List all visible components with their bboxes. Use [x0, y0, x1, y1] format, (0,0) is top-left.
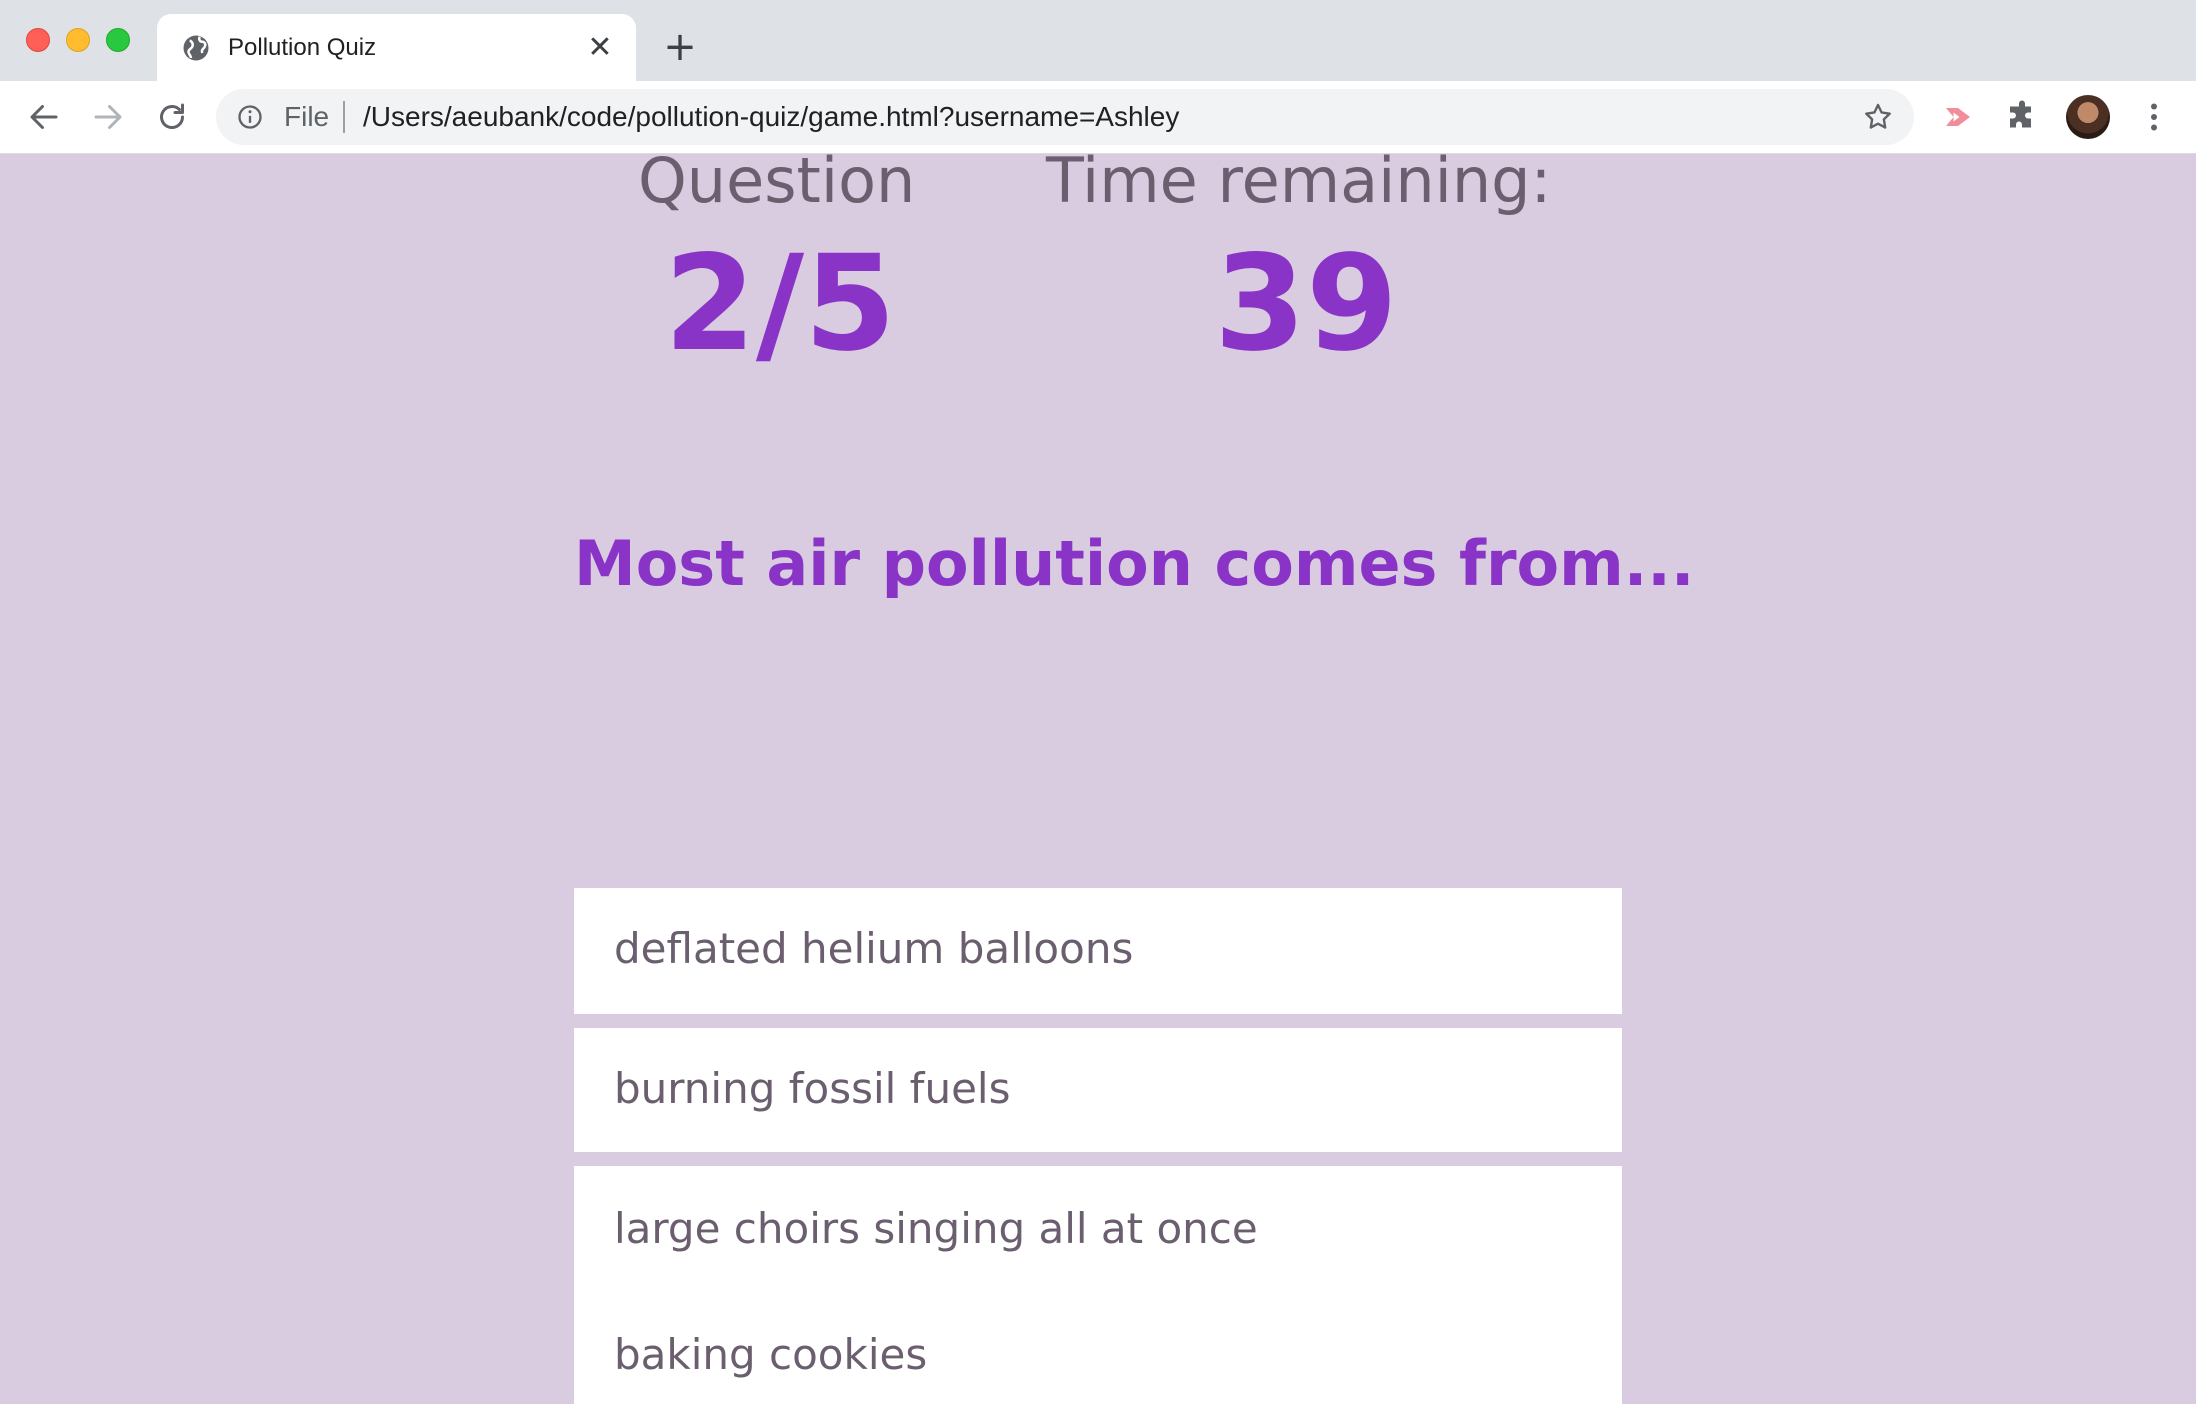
- tab-title: Pollution Quiz: [228, 34, 377, 61]
- choice-label: large choirs singing all at once: [614, 1204, 1258, 1253]
- cast-extension-icon[interactable]: [1940, 99, 1976, 135]
- scheme-label: File: [284, 101, 330, 132]
- reload-icon[interactable]: [154, 99, 190, 135]
- star-icon[interactable]: [1862, 101, 1894, 133]
- plus-icon[interactable]: +: [662, 27, 698, 67]
- close-icon[interactable]: ✕: [585, 33, 615, 63]
- window-close-button[interactable]: [26, 28, 50, 52]
- choice-button[interactable]: baking cookies: [574, 1292, 1622, 1404]
- kebab-menu-icon[interactable]: [2136, 99, 2172, 135]
- avatar[interactable]: [2066, 95, 2110, 139]
- question-progress: 2/5: [664, 227, 896, 381]
- window-zoom-button[interactable]: [106, 28, 130, 52]
- browser-tab[interactable]: Pollution Quiz ✕: [157, 14, 636, 81]
- choice-label: burning fossil fuels: [614, 1064, 1011, 1113]
- info-icon[interactable]: [236, 103, 264, 131]
- choice-button[interactable]: large choirs singing all at once: [574, 1166, 1622, 1292]
- url-text[interactable]: /Users/aeubank/code/pollution-quiz/game.…: [363, 101, 1179, 133]
- browser-tab-bar: Pollution Quiz ✕ +: [0, 0, 2196, 81]
- choice-label: deflated helium balloons: [614, 924, 1134, 973]
- puzzle-icon[interactable]: [2004, 99, 2040, 135]
- question-text: Most air pollution comes from...: [574, 527, 1695, 600]
- quiz-page: Question 2/5 Time remaining: 39 Most air…: [0, 146, 2196, 1404]
- timer-label: Time remaining:: [1046, 144, 1552, 217]
- window-minimize-button[interactable]: [66, 28, 90, 52]
- forward-arrow-icon[interactable]: [90, 99, 126, 135]
- question-label: Question: [638, 144, 916, 217]
- timer-value: 39: [1214, 227, 1398, 381]
- choice-button[interactable]: deflated helium balloons: [574, 888, 1622, 1014]
- divider: [343, 101, 345, 133]
- globe-icon: [183, 35, 209, 61]
- choice-button[interactable]: burning fossil fuels: [574, 1028, 1622, 1152]
- choice-label: baking cookies: [614, 1330, 928, 1379]
- address-bar[interactable]: File /Users/aeubank/code/pollution-quiz/…: [216, 89, 1914, 145]
- back-arrow-icon[interactable]: [26, 99, 62, 135]
